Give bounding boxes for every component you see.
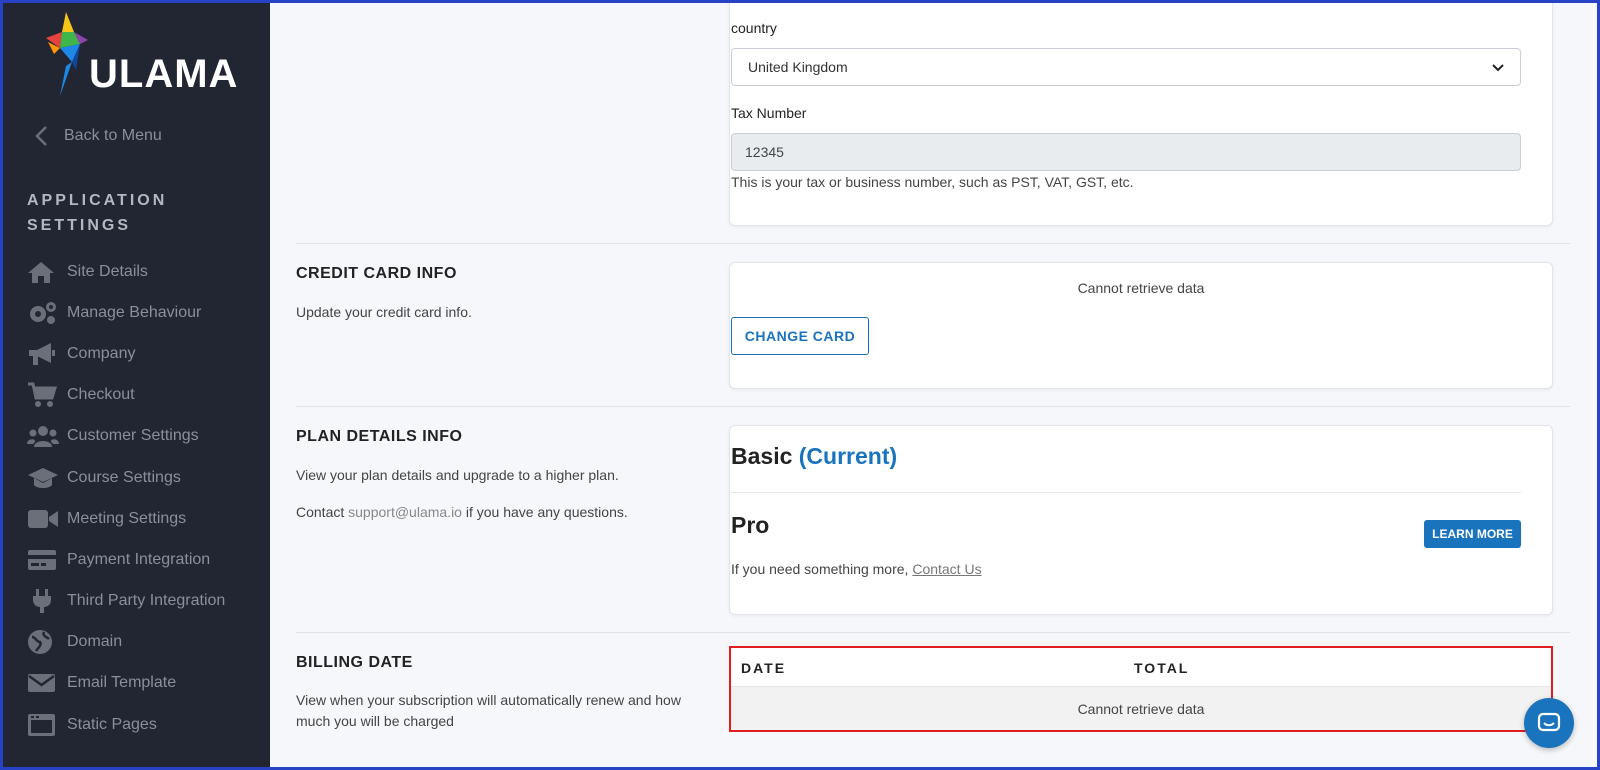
plan-details-description: View your plan details and upgrade to a …	[296, 467, 619, 483]
sidebar-item-company[interactable]: Company	[27, 333, 267, 374]
billing-empty-row: Cannot retrieve data	[731, 686, 1551, 730]
home-icon	[27, 258, 67, 286]
tax-number-field[interactable]: 12345	[731, 133, 1521, 171]
sidebar-item-label: Checkout	[67, 386, 135, 404]
plan-basic-name: Basic	[731, 443, 793, 469]
plan-contact-line: Contact support@ulama.io if you have any…	[296, 502, 628, 523]
sidebar-nav: Site Details Manage Behaviour Company Ch…	[27, 251, 267, 745]
sidebar-item-label: Domain	[67, 633, 123, 651]
back-to-menu-link[interactable]: Back to Menu	[34, 122, 162, 150]
ulama-logo[interactable]: ULAMA	[36, 10, 246, 100]
sidebar-item-email-template[interactable]: Email Template	[27, 663, 267, 704]
megaphone-icon	[27, 340, 67, 368]
sidebar-item-label: Company	[67, 344, 136, 362]
sidebar-section-title: APPLICATION SETTINGS	[27, 192, 168, 234]
sidebar-item-manage-behaviour[interactable]: Manage Behaviour	[27, 292, 267, 333]
sidebar-item-third-party-integration[interactable]: Third Party Integration	[27, 581, 267, 622]
contact-us-link[interactable]: Contact Us	[912, 561, 981, 577]
sidebar-item-label: Course Settings	[67, 468, 181, 486]
billing-col-date: DATE	[741, 660, 787, 676]
chat-icon	[1537, 712, 1561, 732]
sidebar: ULAMA Back to Menu APPLICATION SETTINGS …	[0, 0, 270, 770]
plan-basic-heading: Basic (Current)	[731, 443, 897, 470]
sidebar-item-label: Site Details	[67, 262, 148, 280]
sidebar-item-label: Meeting Settings	[67, 509, 187, 527]
chevron-left-icon	[34, 122, 64, 150]
sidebar-item-meeting-settings[interactable]: Meeting Settings	[27, 498, 267, 539]
plug-icon	[27, 587, 67, 615]
window-icon	[27, 711, 67, 739]
globe-icon	[27, 628, 67, 656]
learn-more-button[interactable]: LEARN MORE	[1424, 520, 1521, 548]
plan-contact-prefix: Contact	[296, 504, 345, 520]
sidebar-item-label: Third Party Integration	[67, 592, 226, 610]
sidebar-item-checkout[interactable]: Checkout	[27, 375, 267, 416]
divider	[296, 406, 1570, 407]
tax-number-help: This is your tax or business number, suc…	[731, 174, 1134, 190]
country-label: country	[731, 20, 777, 36]
address-card	[729, 0, 1553, 226]
divider	[296, 243, 1570, 244]
envelope-icon	[27, 669, 67, 697]
plan-pro-heading: Pro	[731, 512, 770, 538]
support-email-link[interactable]: support@ulama.io	[348, 504, 462, 520]
change-card-button[interactable]: CHANGE CARD	[731, 317, 869, 355]
plan-details-title: PLAN DETAILS INFO	[296, 428, 463, 445]
sidebar-item-label: Payment Integration	[67, 550, 211, 568]
sidebar-item-label: Email Template	[67, 674, 177, 692]
sidebar-item-site-details[interactable]: Site Details	[27, 251, 267, 292]
sidebar-item-domain[interactable]: Domain	[27, 622, 267, 663]
chevron-down-icon	[1492, 59, 1504, 75]
billing-col-total: TOTAL	[1134, 660, 1190, 676]
users-icon	[27, 422, 67, 450]
back-to-menu-label: Back to Menu	[64, 127, 162, 144]
sidebar-item-static-pages[interactable]: Static Pages	[27, 704, 267, 745]
billing-date-description: View when your subscription will automat…	[296, 692, 681, 729]
billing-date-title: BILLING DATE	[296, 654, 413, 671]
plan-current-badge: (Current)	[798, 443, 898, 469]
logo-text: ULAMA	[89, 52, 239, 96]
main-content: country United Kingdom Tax Number 12345 …	[270, 0, 1600, 770]
sidebar-item-payment-integration[interactable]: Payment Integration	[27, 539, 267, 580]
divider	[296, 632, 1570, 633]
tax-number-label: Tax Number	[731, 105, 807, 121]
video-icon	[27, 505, 67, 533]
chat-launcher-button[interactable]	[1524, 698, 1574, 748]
credit-card-title: CREDIT CARD INFO	[296, 265, 457, 282]
plan-more-prefix: If you need something more,	[731, 561, 909, 577]
credit-card-description: Update your credit card info.	[296, 304, 472, 320]
bird-logo-icon	[46, 12, 88, 96]
plan-divider	[731, 492, 1521, 493]
sidebar-item-label: Static Pages	[67, 715, 157, 733]
credit-card-status: Cannot retrieve data	[1077, 280, 1205, 296]
sidebar-item-customer-settings[interactable]: Customer Settings	[27, 416, 267, 457]
sidebar-item-label: Customer Settings	[67, 427, 199, 445]
credit-card-icon	[27, 546, 67, 574]
country-value: United Kingdom	[748, 59, 848, 75]
country-select[interactable]: United Kingdom	[731, 48, 1521, 86]
plan-contact-suffix: if you have any questions.	[465, 504, 628, 520]
graduation-cap-icon	[27, 464, 67, 492]
plan-more-note: If you need something more, Contact Us	[731, 561, 982, 577]
cart-icon	[27, 381, 67, 409]
sidebar-item-label: Manage Behaviour	[67, 303, 202, 321]
sidebar-item-course-settings[interactable]: Course Settings	[27, 457, 267, 498]
gears-icon	[27, 299, 67, 327]
billing-table: DATE TOTAL Cannot retrieve data	[729, 646, 1553, 732]
